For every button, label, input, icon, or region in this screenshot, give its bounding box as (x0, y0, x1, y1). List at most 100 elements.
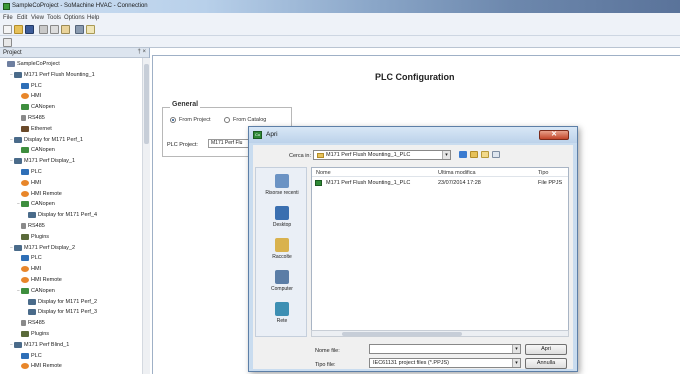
column-type[interactable]: Tipo (538, 170, 549, 176)
from-project-label[interactable]: From Project (179, 117, 210, 123)
plugin-icon (21, 233, 29, 240)
tree-item[interactable]: − Display for M171 Perf_1 (9, 136, 83, 144)
toolbar (0, 23, 680, 36)
open-button[interactable]: Apri (525, 344, 567, 355)
tree-item[interactable]: Display for M171 Perf_3 (23, 308, 97, 316)
project-tree: SampleCoProject − M171 Perf Flush Mounting… (0, 58, 142, 374)
project-icon (7, 61, 15, 67)
paste-icon[interactable] (61, 25, 70, 34)
tree-item-label: RS485 (28, 115, 45, 121)
new-folder-icon[interactable] (481, 151, 489, 158)
tree-item-label: HMI Remote (31, 277, 62, 283)
column-modified[interactable]: Ultima modifica (438, 170, 476, 176)
scrollbar-thumb[interactable] (144, 64, 149, 144)
tree-item[interactable]: HMI (16, 179, 41, 187)
tree-item[interactable]: HMI Remote (16, 276, 62, 284)
canopen-icon (21, 201, 29, 208)
tree-item[interactable]: PLC (16, 254, 42, 262)
tree-item[interactable]: − CANopen (16, 200, 55, 208)
cancel-button[interactable]: Annulla (525, 358, 567, 369)
column-name[interactable]: Nome (316, 170, 331, 176)
tree-item-label: HMI Remote (31, 190, 62, 197)
place-libraries[interactable]: Raccolte (258, 238, 306, 260)
help-icon[interactable] (86, 25, 95, 34)
tree-item-label: SampleCoProject (17, 61, 60, 67)
from-catalog-label[interactable]: From Catalog (233, 117, 266, 123)
tree-item[interactable]: − CANopen (16, 287, 55, 295)
tree-item[interactable]: SampleCoProject (2, 60, 60, 68)
new-icon[interactable] (3, 25, 12, 34)
print-icon[interactable] (75, 25, 84, 34)
menu-options[interactable]: Options (64, 15, 85, 21)
menu-help[interactable]: Help (87, 15, 99, 21)
tree-item[interactable]: PLC (16, 82, 42, 90)
tree-item[interactable]: HMI (16, 92, 41, 100)
tree-item[interactable]: − M171 Perf Display_2 (9, 244, 75, 252)
tree-item[interactable]: Display for M171 Perf_2 (23, 298, 97, 306)
tree-item[interactable]: RS485 (16, 222, 45, 230)
tree-item[interactable]: − M171 Perf Flush Mounting_1 (9, 71, 95, 79)
tree-item-label: Display for M171 Perf_3 (38, 309, 97, 316)
tree-item[interactable]: Display for M171 Perf_4 (23, 211, 97, 219)
place-network[interactable]: Rete (258, 302, 306, 324)
place-computer[interactable]: Computer (258, 270, 306, 292)
panel-pin-close-icon[interactable]: † × (137, 49, 146, 55)
save-icon[interactable] (25, 25, 34, 34)
chevron-down-icon[interactable]: ▾ (442, 151, 450, 159)
grid-icon[interactable] (3, 38, 12, 47)
tree-item[interactable]: HMI Remote (16, 362, 62, 370)
plc-config-title: PLC Configuration (375, 72, 455, 82)
copy-icon[interactable] (50, 25, 59, 34)
tree-item[interactable]: HMI (16, 265, 41, 273)
hmi-icon (21, 277, 29, 283)
tree-item-label: Display for M171 Perf_4 (38, 212, 97, 219)
project-tree-scrollbar[interactable] (142, 58, 150, 374)
menu-view[interactable]: View (31, 15, 44, 21)
dialog-close-button[interactable]: ✕ (539, 130, 569, 140)
place-label: Desktop (272, 222, 292, 228)
title-bar: SampleCoProject - SoMachine HVAC - Conne… (0, 0, 680, 13)
tree-item[interactable]: Plugins (16, 330, 49, 338)
scrollbar-thumb[interactable] (342, 332, 462, 336)
place-label: Computer (271, 286, 293, 292)
canopen-icon (21, 147, 29, 154)
tree-item[interactable]: HMI Remote (16, 190, 62, 198)
secondary-toolbar (0, 36, 680, 48)
open-icon[interactable] (14, 25, 23, 34)
menu-file[interactable]: File (3, 15, 13, 21)
view-menu-icon[interactable] (492, 151, 500, 158)
tree-item[interactable]: Plugins (16, 233, 49, 241)
tree-item[interactable]: − M171 Perf Display_1 (9, 157, 75, 165)
up-folder-icon[interactable] (470, 151, 478, 158)
tree-item[interactable]: CANopen (16, 103, 55, 111)
chevron-down-icon[interactable]: ▾ (512, 345, 520, 353)
place-desktop[interactable]: Desktop (258, 206, 306, 228)
chevron-down-icon[interactable]: ▾ (512, 359, 520, 367)
tree-item-label: M171 Perf Display_1 (24, 158, 76, 165)
from-project-radio[interactable] (170, 117, 176, 123)
tree-item[interactable]: PLC (16, 352, 42, 360)
filename-field[interactable]: ▾ (369, 344, 521, 354)
back-icon[interactable] (459, 151, 467, 158)
tree-item[interactable]: CANopen (16, 146, 55, 154)
file-list-scrollbar[interactable] (311, 330, 569, 337)
ethernet-icon (21, 125, 29, 132)
tree-item[interactable]: PLC (16, 168, 42, 176)
place-recent[interactable]: Risorse recenti (258, 174, 306, 196)
tree-item[interactable]: Ethernet (16, 125, 52, 133)
tree-item[interactable]: − M171 Perf Blind_1 (9, 341, 69, 349)
from-catalog-radio[interactable] (224, 117, 230, 123)
device-icon (28, 212, 36, 219)
device-icon (14, 136, 22, 143)
tree-item[interactable]: RS485 (16, 319, 45, 327)
tree-item[interactable]: RS485 (16, 114, 45, 122)
tree-item-label: PLC (31, 352, 42, 359)
plc-icon (21, 255, 29, 262)
menu-edit[interactable]: Edit (17, 15, 27, 21)
file-row[interactable]: M171 Perf Flush Mounting_1_PLC 23/07/201… (312, 179, 568, 188)
filetype-combo[interactable]: IEC61131 project files (*.PPJS) ▾ (369, 358, 521, 368)
menu-tools[interactable]: Tools (47, 15, 61, 21)
cut-icon[interactable] (39, 25, 48, 34)
recent-places-icon (275, 174, 289, 188)
look-in-combo[interactable]: M171 Perf Flush Mounting_1_PLC ▾ (313, 150, 451, 160)
